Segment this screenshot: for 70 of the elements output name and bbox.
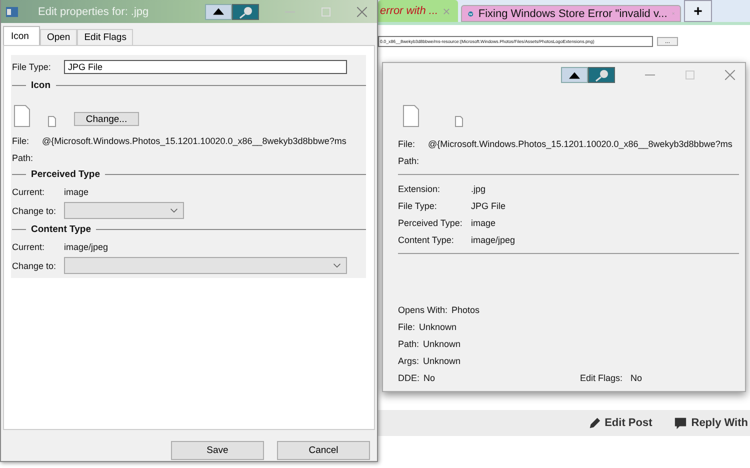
info-value: .jpg bbox=[471, 184, 486, 194]
browser-tab[interactable]: error with ... bbox=[378, 0, 458, 22]
dde-value: No bbox=[424, 372, 436, 382]
opens-with-label: Args: bbox=[398, 356, 420, 366]
content-type-dropdown[interactable] bbox=[64, 257, 347, 274]
opens-with-value: Unknown bbox=[423, 338, 461, 348]
info-value: image bbox=[471, 218, 496, 228]
pin-button[interactable] bbox=[232, 4, 259, 20]
current-value: image/jpeg bbox=[64, 242, 108, 252]
close-tab-icon[interactable] bbox=[443, 8, 450, 14]
new-tab-button[interactable]: + bbox=[684, 0, 712, 22]
caret-button[interactable] bbox=[561, 67, 588, 83]
dialog-tab[interactable]: Edit Flags bbox=[77, 29, 134, 45]
dialog-tab[interactable]: Open bbox=[40, 29, 78, 45]
pencil-icon bbox=[588, 416, 601, 430]
opens-with-value: Photos bbox=[452, 304, 480, 314]
file-type-field[interactable]: JPG File bbox=[64, 60, 347, 74]
close-icon[interactable] bbox=[357, 6, 367, 16]
section-heading: Perceived Type bbox=[31, 169, 100, 180]
file-label: File: bbox=[398, 138, 416, 148]
info-label: Content Type: bbox=[398, 234, 455, 244]
info-label: Extension: bbox=[398, 184, 442, 194]
file-label: File: bbox=[12, 136, 30, 146]
info-value: JPG File bbox=[471, 200, 506, 210]
current-label: Current: bbox=[12, 242, 46, 252]
caret-icon bbox=[569, 72, 580, 78]
save-button[interactable]: Save bbox=[171, 440, 264, 460]
info-label: Perceived Type: bbox=[398, 218, 464, 228]
section-heading: Content Type bbox=[31, 224, 91, 235]
file-type-label: File Type: bbox=[12, 62, 52, 72]
caret-icon bbox=[213, 8, 224, 15]
opens-with-label: File: bbox=[398, 322, 416, 332]
edit-flags-label: Edit Flags: bbox=[580, 372, 622, 382]
path-label: Path: bbox=[12, 152, 34, 162]
perceived-type-dropdown[interactable] bbox=[64, 202, 184, 219]
window-title: Edit properties for: .jpg bbox=[38, 6, 149, 18]
quote-bubble-icon bbox=[674, 416, 688, 430]
section-heading: Icon bbox=[31, 80, 51, 91]
edit-post-link[interactable]: Edit Post bbox=[588, 416, 652, 430]
info-label: File Type: bbox=[398, 200, 438, 210]
change-to-label: Change to: bbox=[12, 260, 58, 270]
change-to-label: Change to: bbox=[12, 206, 58, 216]
cancel-button[interactable]: Cancel bbox=[277, 440, 370, 460]
opens-with-value: Unknown bbox=[423, 356, 461, 366]
opens-with-label: Opens With: bbox=[398, 304, 448, 314]
dialog-tab[interactable]: Icon bbox=[3, 26, 40, 45]
caret-button[interactable] bbox=[205, 4, 232, 20]
reply-with-quote-link[interactable]: Reply With bbox=[674, 416, 748, 430]
edit-flags-value: No bbox=[630, 372, 642, 382]
close-icon[interactable] bbox=[725, 70, 735, 80]
pin-button[interactable] bbox=[588, 67, 615, 83]
browser-tab[interactable]: Fixing Windows Store Error "invalid v... bbox=[461, 5, 681, 22]
change-button[interactable]: Change... bbox=[74, 112, 139, 126]
chevron-down-icon bbox=[170, 208, 178, 213]
dde-label: DDE: bbox=[398, 372, 420, 382]
app-icon bbox=[6, 6, 18, 16]
file-value: @{Microsoft.Windows.Photos_15.1201.10020.0_x86__8wekyb3d8bbwe?ms bbox=[428, 138, 732, 148]
document-icon bbox=[48, 116, 56, 127]
maximize-icon[interactable] bbox=[685, 70, 695, 80]
opens-with-value: Unknown bbox=[419, 322, 457, 332]
file-value: @{Microsoft.Windows.Photos_15.1201.10020.0_x86__8wekyb3d8bbwe?ms bbox=[42, 136, 346, 146]
chevron-down-icon bbox=[333, 263, 341, 268]
info-value: image/jpeg bbox=[471, 234, 516, 244]
document-icon bbox=[403, 105, 419, 127]
document-icon bbox=[455, 116, 463, 127]
document-icon bbox=[14, 105, 30, 127]
path-label: Path: bbox=[398, 156, 420, 166]
current-value: image bbox=[64, 186, 89, 196]
current-label: Current: bbox=[12, 186, 46, 196]
opens-with-label: Path: bbox=[398, 338, 420, 348]
